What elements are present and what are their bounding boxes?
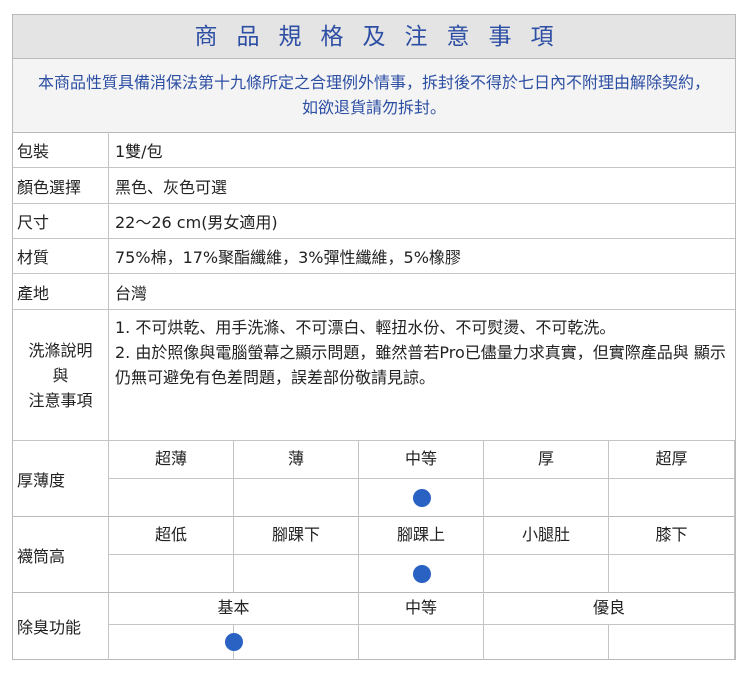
spec-value: 台灣: [115, 283, 148, 303]
sock-height-grid: 襪筒高 超低 腳踝下 腳踝上 小腿肚 膝下: [13, 517, 735, 593]
spec-label: 材質: [13, 239, 109, 273]
thickness-selected-dot: [412, 489, 431, 507]
sock-height-rating-cell: [609, 555, 735, 593]
wash-text: 1. 不可烘乾、用手洗滌、不可漂白、輕扭水份、不可熨燙、不可乾洗。 2. 由於照…: [109, 310, 735, 440]
deodorize-option-label: 優良: [484, 593, 735, 625]
sock-height-option-label: 小腿肚: [484, 517, 609, 555]
thickness-rating-cell: [109, 479, 234, 517]
spec-value: 1雙/包: [115, 142, 163, 161]
wash-label-line: 洗滌說明: [28, 340, 93, 360]
spec-table: 商品規格及注意事項 本商品性質具備消保法第十九條所定之合理例外情事，拆封後不得於…: [12, 14, 736, 660]
page-title: 商品規格及注意事項: [13, 15, 735, 59]
sock-height-label: 襪筒高: [13, 517, 109, 592]
spec-row-size: 尺寸 22～26 cm(男女適用): [13, 204, 735, 239]
deodorize-grid: 除臭功能 基本 中等 優良: [13, 593, 735, 659]
sock-height-option-label: 腳踝下: [234, 517, 359, 555]
return-notice: 本商品性質具備消保法第十九條所定之合理例外情事，拆封後不得於七日內不附理由解除契…: [13, 59, 735, 133]
sock-height-rating-cell: [109, 555, 234, 593]
spec-value: 22～26 cm(男女適用): [115, 213, 278, 232]
deodorize-rating-cell: [609, 625, 735, 659]
wash-label-line: 與: [52, 365, 69, 385]
deodorize-label: 除臭功能: [13, 593, 109, 659]
thickness-option-label: 薄: [234, 441, 359, 479]
spec-label: 顏色選擇: [13, 168, 109, 203]
wash-label-line: 注意事項: [28, 390, 93, 410]
spec-row-packaging: 包裝 1雙/包: [13, 133, 735, 168]
thickness-option-label: 中等: [359, 441, 484, 479]
spec-value: 黑色、灰色可選: [115, 177, 228, 197]
wash-instructions-row: 洗滌說明 與 注意事項 1. 不可烘乾、用手洗滌、不可漂白、輕扭水份、不可熨燙、…: [13, 310, 735, 441]
spec-row-color: 顏色選擇 黑色、灰色可選: [13, 168, 735, 204]
sock-height-selected-dot: [412, 565, 431, 583]
sock-height-option-label: 腳踝上: [359, 517, 484, 555]
spec-row-origin: 產地 台灣: [13, 274, 735, 310]
spec-label: 包裝: [13, 133, 109, 167]
deodorize-selected-dot: [225, 633, 243, 651]
deodorize-rating-cell: [234, 625, 359, 659]
thickness-option-label: 超薄: [109, 441, 234, 479]
thickness-rating-cell: [484, 479, 609, 517]
thickness-grid: 厚薄度 超薄薄中等厚超厚: [13, 441, 735, 517]
thickness-option-label: 超厚: [609, 441, 735, 479]
spec-value: 75%棉，17%聚酯纖維，3%彈性纖維，5%橡膠: [115, 248, 461, 267]
spec-row-material: 材質 75%棉，17%聚酯纖維，3%彈性纖維，5%橡膠: [13, 239, 735, 274]
spec-label: 尺寸: [13, 204, 109, 238]
deodorize-option-label: 基本: [109, 593, 359, 625]
sock-height-option-label: 超低: [109, 517, 234, 555]
sock-height-rating-cell: [484, 555, 609, 593]
thickness-label: 厚薄度: [13, 441, 109, 516]
sock-height-rating-cell: [234, 555, 359, 593]
deodorize-rating-cell: [359, 625, 484, 659]
thickness-rating-cell: [234, 479, 359, 517]
sock-height-option-label: 膝下: [609, 517, 735, 555]
deodorize-option-label: 中等: [359, 593, 484, 625]
wash-item: 1. 不可烘乾、用手洗滌、不可漂白、輕扭水份、不可熨燙、不可乾洗。: [115, 318, 616, 337]
deodorize-rating-cell: [109, 625, 234, 659]
spec-label: 產地: [13, 274, 109, 309]
thickness-option-label: 厚: [484, 441, 609, 479]
wash-item: 2. 由於照像與電腦螢幕之顯示問題，雖然普若Pro已儘量力求真實，但實際產品與 …: [115, 343, 726, 387]
thickness-rating-cell: [609, 479, 735, 517]
deodorize-rating-cell: [484, 625, 609, 659]
wash-label: 洗滌說明 與 注意事項: [13, 310, 109, 440]
